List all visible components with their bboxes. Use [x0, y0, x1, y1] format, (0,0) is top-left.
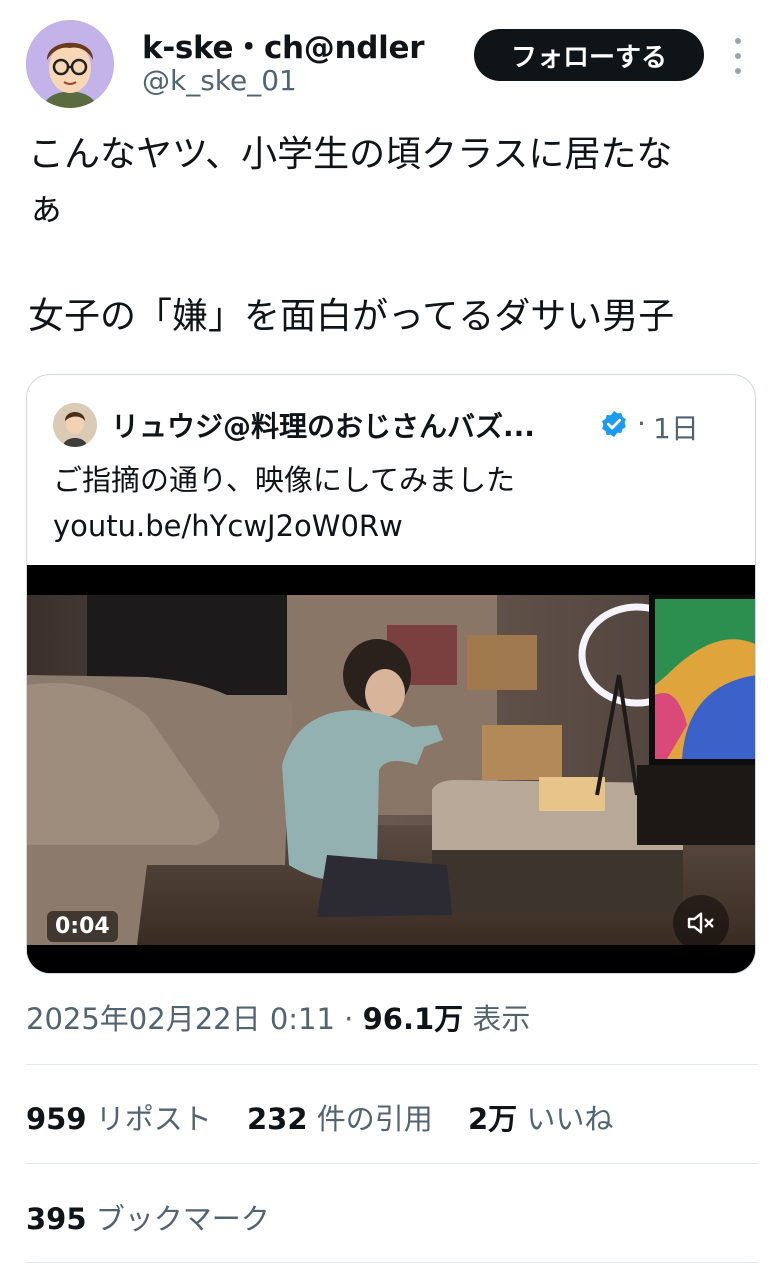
quoted-tweet-text: ご指摘の通り、映像にしてみました youtu.be/hYcwJ2oW0Rw [53, 463, 515, 543]
quoted-author-avatar[interactable] [53, 403, 97, 447]
author-avatar[interactable] [26, 20, 114, 108]
views-count: 96.1万 [362, 1002, 464, 1036]
reposts-count: 959 [26, 1102, 87, 1136]
more-options-icon[interactable] [728, 38, 748, 74]
tweet-text: こんなヤツ、小学生の頃クラスに居たな ぁ 女子の「嫌」を面白がってるダサい男子 [28, 134, 675, 337]
tweet-datetime[interactable]: 2025年02月22日 0:11 [26, 1002, 335, 1036]
more-dot [735, 53, 741, 59]
likes-label: いいね [526, 1102, 614, 1136]
divider [26, 1064, 758, 1065]
divider [26, 1163, 758, 1164]
meta-separator: · [344, 1002, 354, 1036]
bookmarks-stat[interactable]: 395 ブックマーク [26, 1196, 270, 1238]
reposts-label: リポスト [95, 1102, 212, 1136]
cartoon-avatar-icon [26, 20, 114, 108]
quoted-author-name[interactable]: リュウジ@料理のおじさんバズ... [111, 405, 535, 445]
video-frame [27, 565, 755, 973]
bookmarks-label: ブックマーク [95, 1202, 270, 1236]
quotes-count: 232 [247, 1102, 308, 1136]
quoted-timestamp[interactable]: 1日 [653, 407, 699, 447]
mute-button[interactable] [673, 895, 729, 951]
likes-count: 2万 [468, 1102, 518, 1136]
verified-badge-icon [602, 410, 626, 438]
video-duration: 0:04 [47, 911, 118, 942]
quoted-tweet-card[interactable]: リュウジ@料理のおじさんバズ... · 1日 ご指摘の通り、映像にしてみました … [26, 374, 756, 974]
views-label: 表示 [472, 1002, 531, 1036]
quotes-stat[interactable]: 232 件の引用 [247, 1102, 433, 1136]
video-player[interactable]: 0:04 [27, 565, 755, 973]
person-avatar-icon [53, 403, 97, 447]
more-dot [735, 38, 741, 44]
bookmarks-count: 395 [26, 1202, 87, 1236]
follow-button[interactable]: フォローする [474, 29, 704, 81]
speaker-muted-icon [687, 912, 714, 934]
quotes-label: 件の引用 [316, 1102, 433, 1136]
quoted-separator: · [637, 407, 646, 440]
author-display-name[interactable]: k-ske・ch@ndler [142, 22, 424, 67]
tweet-meta: 2025年02月22日 0:11 · 96.1万 表示 [26, 996, 530, 1038]
likes-stat[interactable]: 2万 いいね [468, 1102, 613, 1136]
engagement-stats: 959 リポスト 232 件の引用 2万 いいね [26, 1096, 639, 1138]
divider [26, 1262, 758, 1263]
reposts-stat[interactable]: 959 リポスト [26, 1102, 212, 1136]
more-dot [735, 68, 741, 74]
author-handle[interactable]: @k_ske_01 [142, 64, 297, 97]
